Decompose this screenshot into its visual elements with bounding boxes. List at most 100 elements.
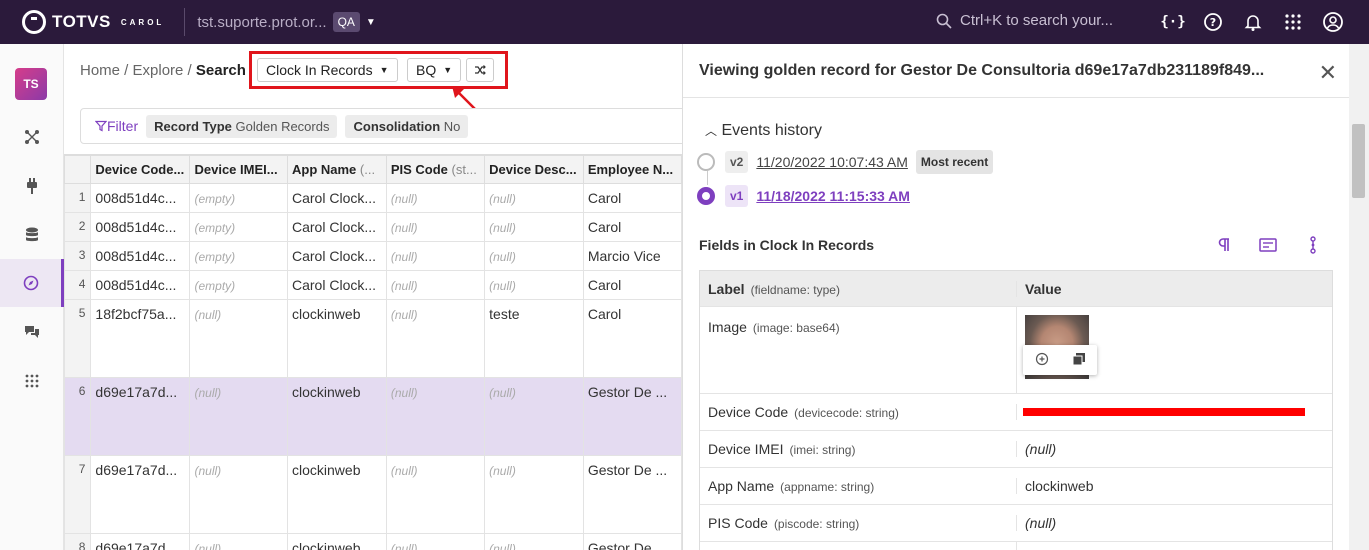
scrollbar-thumb[interactable] [1352,124,1365,198]
column-header[interactable]: Device Desc... [484,155,584,184]
table-cell[interactable]: (null) [484,212,584,242]
column-header[interactable]: PIS Code (st... [385,155,486,184]
events-history-toggle[interactable]: ︿ Events history [705,122,822,140]
table-row[interactable]: 1 008d51d4c... (empty) Carol Clock... (null)… [64,183,682,213]
table-cell[interactable]: Gestor De ... [582,377,682,456]
fields-header-row: Label (fieldname: type) Value [700,271,1332,307]
table-cell[interactable]: Carol Clock... [287,212,387,242]
column-header[interactable]: Device IMEI... [189,155,288,184]
table-cell[interactable]: (empty) [189,212,288,242]
table-cell[interactable]: (null) [385,377,486,456]
table-cell[interactable]: (empty) [189,241,288,271]
lineage-icon[interactable] [1302,234,1324,256]
table-cell[interactable]: (null) [484,241,584,271]
tenant-name[interactable]: tst.suporte.prot.or... [197,14,326,31]
table-cell[interactable]: clockinweb [287,299,387,378]
sidebar-item-chat[interactable] [0,308,64,356]
zoom-in-icon[interactable] [1035,352,1049,369]
table-row[interactable]: 6 d69e17a7d... (null) clockinweb (null) (null… [64,377,682,456]
pilcrow-icon[interactable] [1213,234,1235,256]
table-cell[interactable]: Carol [582,183,682,213]
table-cell[interactable]: (null) [484,270,584,300]
table-cell[interactable]: (null) [484,455,584,534]
table-cell[interactable]: (null) [484,533,584,550]
table-cell[interactable]: (null) [484,377,584,456]
table-cell[interactable]: clockinweb [287,377,387,456]
table-cell[interactable]: (null) [189,299,288,378]
table-cell[interactable]: Carol Clock... [287,183,387,213]
table-cell[interactable]: (null) [189,377,288,456]
table-cell[interactable]: d69e17a7d... [90,533,191,550]
table-cell[interactable]: d69e17a7d... [90,455,191,534]
table-cell[interactable]: (empty) [189,183,288,213]
org-avatar[interactable]: TS [15,68,47,100]
table-cell[interactable]: (null) [385,212,486,242]
event-date-link[interactable]: 11/18/2022 11:15:33 AM [756,188,910,204]
panel-scrollbar[interactable] [1349,44,1369,550]
totvs-logo[interactable]: TOTVS CAROL [22,10,164,34]
table-cell[interactable]: 008d51d4c... [90,241,191,271]
copy-icon[interactable] [1072,352,1086,369]
sidebar-item-data[interactable] [0,211,64,259]
table-cell[interactable]: Marcio Vice [582,241,682,271]
table-cell[interactable]: Carol [582,299,682,378]
table-cell[interactable]: (null) [484,183,584,213]
bell-icon[interactable] [1241,10,1265,34]
table-cell[interactable]: 008d51d4c... [90,183,191,213]
table-cell[interactable]: (null) [385,241,486,271]
table-row[interactable]: 2 008d51d4c... (empty) Carol Clock... (null)… [64,212,682,242]
table-cell[interactable]: (null) [385,183,486,213]
table-row[interactable]: 3 008d51d4c... (empty) Carol Clock... (null)… [64,241,682,271]
sidebar-item-apps[interactable] [0,357,64,405]
breadcrumb-explore[interactable]: Explore [133,62,184,79]
sidebar-item-connectors[interactable] [0,162,64,210]
table-row[interactable]: 8 d69e17a7d... (null) clockinweb (null) (null… [64,533,682,550]
table-row[interactable]: 5 18f2bcf75a... (null) clockinweb (null) test… [64,299,682,378]
table-cell[interactable]: 008d51d4c... [90,270,191,300]
filter-chip-record-type[interactable]: Record Type Golden Records [146,114,338,138]
column-header[interactable]: Device Code... [90,155,191,184]
api-braces-icon[interactable]: {·} [1160,10,1185,34]
event-item[interactable]: v1 11/18/2022 11:15:33 AM [697,185,910,207]
table-cell[interactable]: (null) [385,455,486,534]
column-header[interactable]: Employee N... [582,155,682,184]
table-cell[interactable]: 18f2bcf75a... [90,299,191,378]
table-cell[interactable]: (empty) [189,270,288,300]
table-cell[interactable]: (null) [385,299,486,378]
help-icon[interactable]: ? [1201,10,1225,34]
table-cell[interactable]: (null) [385,533,486,550]
card-view-icon[interactable] [1257,234,1279,256]
event-radio[interactable] [697,153,715,171]
table-cell[interactable]: Carol [582,270,682,300]
table-cell[interactable]: clockinweb [287,455,387,534]
global-search[interactable]: Ctrl+K to search your... [936,12,1113,29]
table-cell[interactable]: 008d51d4c... [90,212,191,242]
user-account-icon[interactable] [1321,10,1345,34]
table-row[interactable]: 4 008d51d4c... (empty) Carol Clock... (null)… [64,270,682,300]
table-cell[interactable]: (null) [189,455,288,534]
table-cell[interactable]: Carol [582,212,682,242]
filter-chip-consolidation[interactable]: Consolidation No [345,114,469,138]
table-cell[interactable]: clockinweb [287,533,387,550]
table-cell[interactable]: Carol Clock... [287,270,387,300]
column-header[interactable]: App Name (... [287,155,387,184]
event-date-link[interactable]: 11/20/2022 10:07:43 AM [756,154,908,170]
table-cell[interactable]: Carol Clock... [287,241,387,271]
sidebar-item-explore[interactable] [0,259,64,307]
event-radio-selected[interactable] [697,187,715,205]
close-icon[interactable]: ✕ [1319,60,1337,86]
table-cell[interactable]: teste [484,299,584,378]
breadcrumb-home[interactable]: Home [80,62,120,79]
apps-grid-icon[interactable] [1281,10,1305,34]
table-cell[interactable]: (null) [189,533,288,550]
table-cell[interactable]: d69e17a7d... [90,377,191,456]
sidebar-item-pipelines[interactable] [0,113,64,161]
filter-button[interactable]: Filter [95,118,138,134]
env-badge[interactable]: QA [332,12,360,32]
table-row[interactable]: 7 d69e17a7d... (null) clockinweb (null) (null… [64,455,682,534]
table-cell[interactable]: Gestor De ... [582,533,682,550]
chevron-down-icon[interactable]: ▼ [366,17,376,28]
table-cell[interactable]: (null) [385,270,486,300]
event-item[interactable]: v2 11/20/2022 10:07:43 AM Most recent [697,150,994,174]
table-cell[interactable]: Gestor De ... [582,455,682,534]
